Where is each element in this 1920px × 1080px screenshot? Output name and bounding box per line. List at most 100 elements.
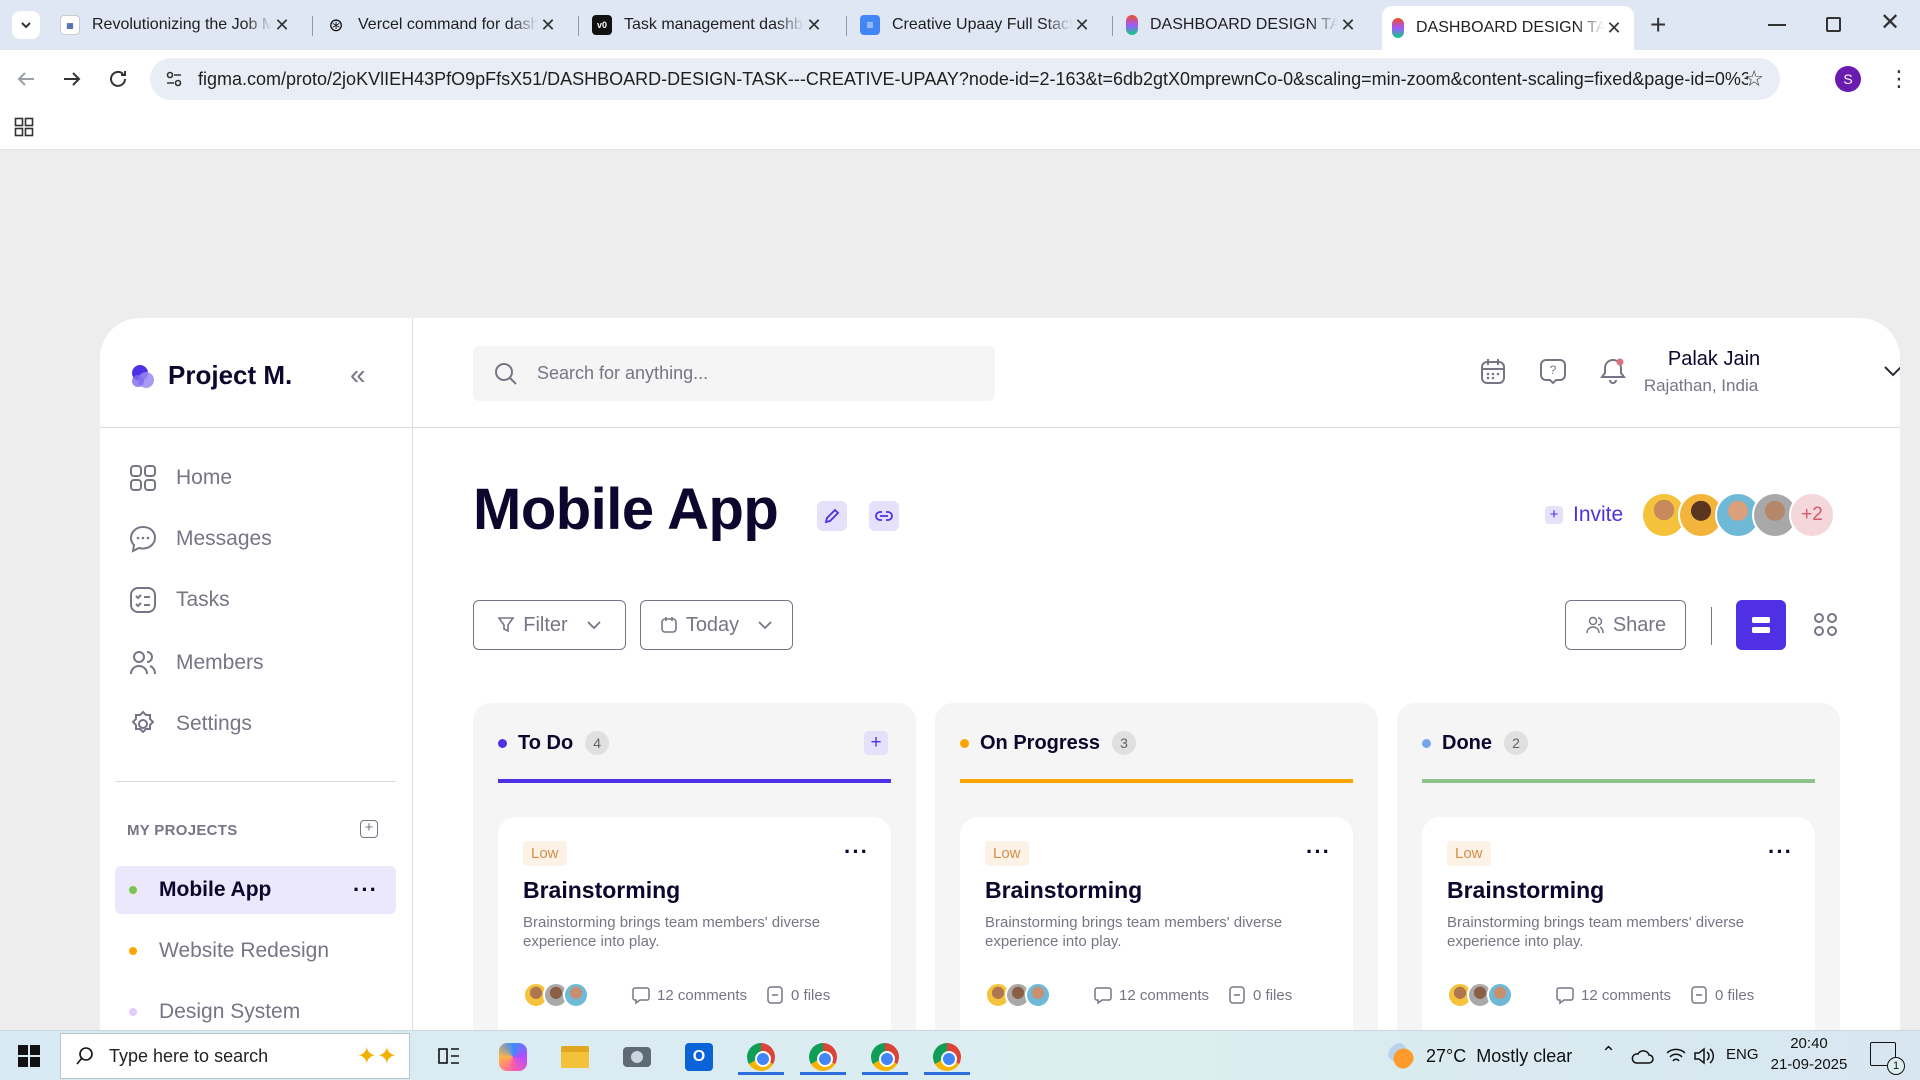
- logo[interactable]: Project M.: [128, 360, 292, 391]
- close-window-button[interactable]: ✕: [1880, 8, 1900, 37]
- new-tab-button[interactable]: +: [1650, 10, 1666, 40]
- nav-item-settings[interactable]: Settings: [128, 709, 252, 739]
- project-item-website-redesign[interactable]: Website Redesign: [115, 927, 396, 975]
- grid-view-icon[interactable]: [1813, 612, 1839, 638]
- filter-button[interactable]: Filter: [473, 600, 626, 650]
- member-avatars[interactable]: +2: [1641, 492, 1835, 538]
- chrome-icon[interactable]: [800, 1039, 846, 1075]
- reload-icon[interactable]: [106, 67, 130, 91]
- search-box[interactable]: Search for anything...: [473, 346, 995, 401]
- restore-button[interactable]: [1826, 17, 1841, 32]
- add-task-button[interactable]: +: [864, 731, 888, 755]
- browser-tab[interactable]: ▦ Revolutionizing the Job Market ✕: [50, 6, 302, 44]
- profile-avatar[interactable]: S: [1835, 66, 1861, 92]
- browser-tab[interactable]: ≡ Creative Upaay Full Stack Dev ✕: [850, 6, 1102, 44]
- share-button[interactable]: Share: [1565, 600, 1686, 650]
- comments-count[interactable]: 12 comments: [1093, 985, 1209, 1005]
- tab-close-icon[interactable]: ✕: [804, 15, 824, 36]
- project-item-mobile-app[interactable]: Mobile App ···: [115, 866, 396, 914]
- file-icon: [1229, 986, 1245, 1004]
- weather-text: 27°C Mostly clear: [1426, 1045, 1573, 1066]
- chrome-icon[interactable]: [862, 1039, 908, 1075]
- add-project-button[interactable]: +: [360, 820, 378, 838]
- site-info-icon[interactable]: [164, 69, 184, 89]
- files-count[interactable]: 0 files: [1227, 985, 1292, 1005]
- task-card[interactable]: Low ··· Brainstorming Brainstorming brin…: [1422, 817, 1815, 1030]
- nav-item-members[interactable]: Members: [128, 648, 264, 678]
- chrome-icon[interactable]: [924, 1039, 970, 1075]
- wifi-icon[interactable]: [1665, 1047, 1687, 1065]
- taskbar-search-input[interactable]: Type here to search: [109, 1046, 268, 1067]
- tab-close-icon[interactable]: ✕: [538, 15, 558, 36]
- address-bar[interactable]: figma.com/proto/2joKVlIEH43PfO9pFfsX51/D…: [150, 58, 1780, 100]
- bookmark-star-icon[interactable]: ☆: [1744, 66, 1764, 92]
- invite-button[interactable]: + Invite: [1545, 503, 1623, 527]
- onedrive-icon[interactable]: [1630, 1047, 1654, 1065]
- browser-menu-icon[interactable]: ⋮: [1888, 62, 1910, 96]
- toolbar-divider: [1711, 607, 1712, 645]
- task-card[interactable]: Low ··· Brainstorming Brainstorming brin…: [498, 817, 891, 1030]
- outlook-icon[interactable]: O: [681, 1039, 717, 1075]
- show-hidden-icons[interactable]: ⌃: [1601, 1043, 1616, 1064]
- tab-close-icon[interactable]: ✕: [272, 15, 292, 36]
- comments-count[interactable]: 12 comments: [1555, 985, 1671, 1005]
- task-view-icon[interactable]: [438, 1045, 460, 1067]
- column-title: On Progress: [980, 731, 1101, 754]
- project-item-design-system[interactable]: Design System: [115, 988, 396, 1030]
- copy-link-button[interactable]: [869, 501, 899, 531]
- weather-widget[interactable]: 27°C Mostly clear: [1388, 1043, 1572, 1069]
- minimize-button[interactable]: [1768, 24, 1786, 26]
- avatar: [1025, 982, 1051, 1008]
- tab-search-button[interactable]: [12, 11, 40, 39]
- tab-close-icon[interactable]: ✕: [1604, 18, 1624, 39]
- browser-tab-active[interactable]: DASHBOARD DESIGN TASK ✕: [1382, 6, 1634, 50]
- browser-tab[interactable]: DASHBOARD DESIGN TASK ✕: [1116, 6, 1368, 44]
- priority-badge: Low: [523, 841, 567, 866]
- notification-center-icon[interactable]: 1: [1870, 1042, 1905, 1075]
- clock-time[interactable]: 20:40: [1768, 1035, 1850, 1052]
- more-options-icon[interactable]: ···: [1306, 839, 1331, 865]
- nav-item-messages[interactable]: Messages: [128, 524, 272, 554]
- browser-tab[interactable]: ⊛ Vercel command for dashboard ✕: [316, 6, 568, 44]
- nav-item-tasks[interactable]: Tasks: [128, 585, 230, 615]
- collapse-sidebar-button[interactable]: «: [350, 360, 366, 390]
- date-filter-button[interactable]: Today: [640, 600, 793, 650]
- taskbar-search-box[interactable]: Type here to search ✦✦: [60, 1033, 410, 1079]
- volume-icon[interactable]: [1693, 1046, 1715, 1066]
- svg-text:?: ?: [1550, 363, 1557, 377]
- search-input[interactable]: Search for anything...: [537, 363, 708, 384]
- forward-icon[interactable]: [60, 67, 84, 91]
- chrome-icon[interactable]: [738, 1039, 784, 1075]
- calendar-icon[interactable]: [1478, 356, 1508, 386]
- edit-title-button[interactable]: [817, 501, 847, 531]
- more-options-icon[interactable]: ···: [353, 877, 378, 903]
- notification-count: 1: [1887, 1057, 1905, 1075]
- windows-start-icon[interactable]: [18, 1045, 40, 1067]
- clock-date[interactable]: 21-09-2025: [1764, 1056, 1854, 1073]
- chevron-down-icon[interactable]: [1882, 364, 1900, 378]
- task-card[interactable]: Low ··· Brainstorming Brainstorming brin…: [960, 817, 1353, 1030]
- more-options-icon[interactable]: ···: [1768, 839, 1793, 865]
- file-explorer-icon[interactable]: [557, 1039, 593, 1075]
- tab-close-icon[interactable]: ✕: [1072, 15, 1092, 36]
- help-icon[interactable]: ?: [1538, 356, 1568, 386]
- apps-grid-icon[interactable]: [14, 117, 34, 137]
- camera-icon[interactable]: [619, 1039, 655, 1075]
- tab-close-icon[interactable]: ✕: [1338, 15, 1358, 36]
- list-view-button[interactable]: [1736, 600, 1786, 650]
- copilot-icon[interactable]: [495, 1039, 531, 1075]
- back-icon[interactable]: [14, 67, 38, 91]
- list-view-icon: [1752, 617, 1770, 633]
- card-avatars: [985, 982, 1051, 1008]
- files-count[interactable]: 0 files: [765, 985, 830, 1005]
- nav-item-home[interactable]: Home: [128, 463, 232, 493]
- more-options-icon[interactable]: ···: [844, 839, 869, 865]
- files-count[interactable]: 0 files: [1689, 985, 1754, 1005]
- share-label: Share: [1612, 613, 1667, 636]
- tab-divider: [1112, 16, 1113, 36]
- browser-tab[interactable]: v0 Task management dashboard ✕: [582, 6, 834, 44]
- files-label: 0 files: [1715, 986, 1755, 1004]
- language-indicator[interactable]: ENG: [1726, 1046, 1759, 1063]
- column-done: Done 2 Low ··· Brainstorming Brainstormi…: [1397, 703, 1840, 1030]
- comments-count[interactable]: 12 comments: [631, 985, 747, 1005]
